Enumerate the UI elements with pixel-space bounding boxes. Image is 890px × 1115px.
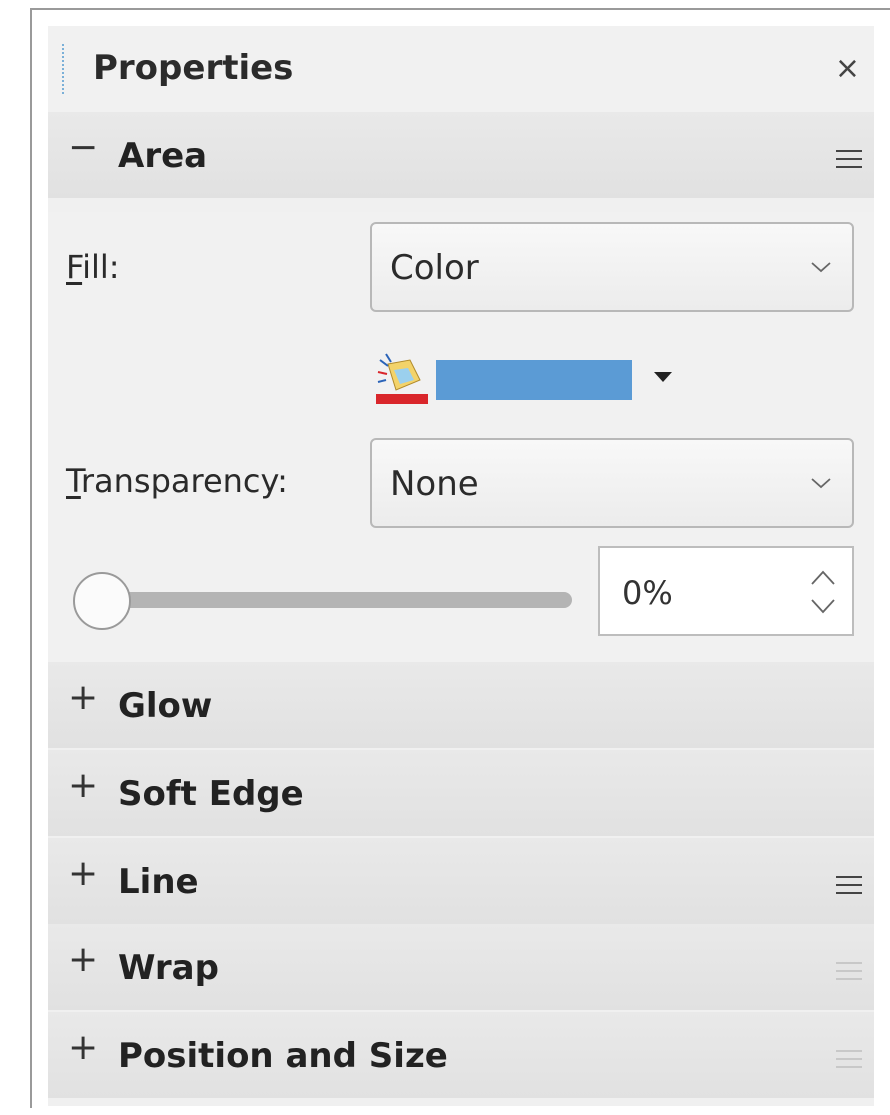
section-label-glow: Glow <box>118 686 213 726</box>
minus-icon[interactable]: − <box>68 130 98 166</box>
plus-icon[interactable]: + <box>68 680 98 716</box>
panel-title: Properties <box>93 48 294 88</box>
dropdown-arrow-icon[interactable] <box>654 372 672 382</box>
transparency-dropdown[interactable]: None <box>370 438 854 528</box>
chevron-down-icon <box>811 478 831 489</box>
fill-dropdown-value: Color <box>390 248 479 288</box>
section-header-wrap[interactable]: + Wrap <box>48 924 874 1010</box>
section-header-position-and-size[interactable]: + Position and Size <box>48 1012 874 1098</box>
transparency-spinbox-value: 0% <box>622 574 673 612</box>
menu-icon[interactable] <box>836 962 862 982</box>
transparency-spinbox[interactable]: 0% <box>598 546 854 636</box>
transparency-dropdown-value: None <box>390 464 479 504</box>
panel-titlebar: Properties × <box>48 26 874 112</box>
plus-icon[interactable]: + <box>68 856 98 892</box>
fill-dropdown[interactable]: Color <box>370 222 854 312</box>
section-header-glow[interactable]: + Glow <box>48 662 874 748</box>
section-header-soft-edge[interactable]: + Soft Edge <box>48 750 874 836</box>
menu-icon[interactable] <box>836 876 862 896</box>
plus-icon[interactable]: + <box>68 942 98 978</box>
area-section-body: Fill: Color Transparency: None 0% <box>48 212 874 662</box>
plus-icon[interactable]: + <box>68 768 98 804</box>
section-header-area[interactable]: − Area <box>48 112 874 198</box>
fill-label: Fill: <box>66 248 120 286</box>
fill-color-picker[interactable] <box>374 350 694 406</box>
section-label-area: Area <box>118 136 208 176</box>
section-label-position-and-size: Position and Size <box>118 1036 448 1076</box>
transparency-label: Transparency: <box>66 462 288 500</box>
section-label-line: Line <box>118 862 199 902</box>
chevron-down-icon <box>811 262 831 273</box>
section-header-line[interactable]: + Line <box>48 838 874 924</box>
color-picker-icon <box>376 353 428 404</box>
properties-panel: Properties × − Area Fill: Color Transpar… <box>48 26 874 1106</box>
transparency-slider-track[interactable] <box>102 592 572 608</box>
close-icon[interactable]: × <box>835 54 860 84</box>
section-label-soft-edge: Soft Edge <box>118 774 304 814</box>
drag-grip-icon[interactable] <box>62 44 68 94</box>
plus-icon[interactable]: + <box>68 1030 98 1066</box>
menu-icon[interactable] <box>836 1050 862 1070</box>
section-label-wrap: Wrap <box>118 948 219 988</box>
spin-arrows-icon[interactable] <box>808 562 838 622</box>
fill-color-swatch[interactable] <box>436 360 632 400</box>
menu-icon[interactable] <box>836 150 862 170</box>
transparency-slider-handle[interactable] <box>73 572 131 630</box>
